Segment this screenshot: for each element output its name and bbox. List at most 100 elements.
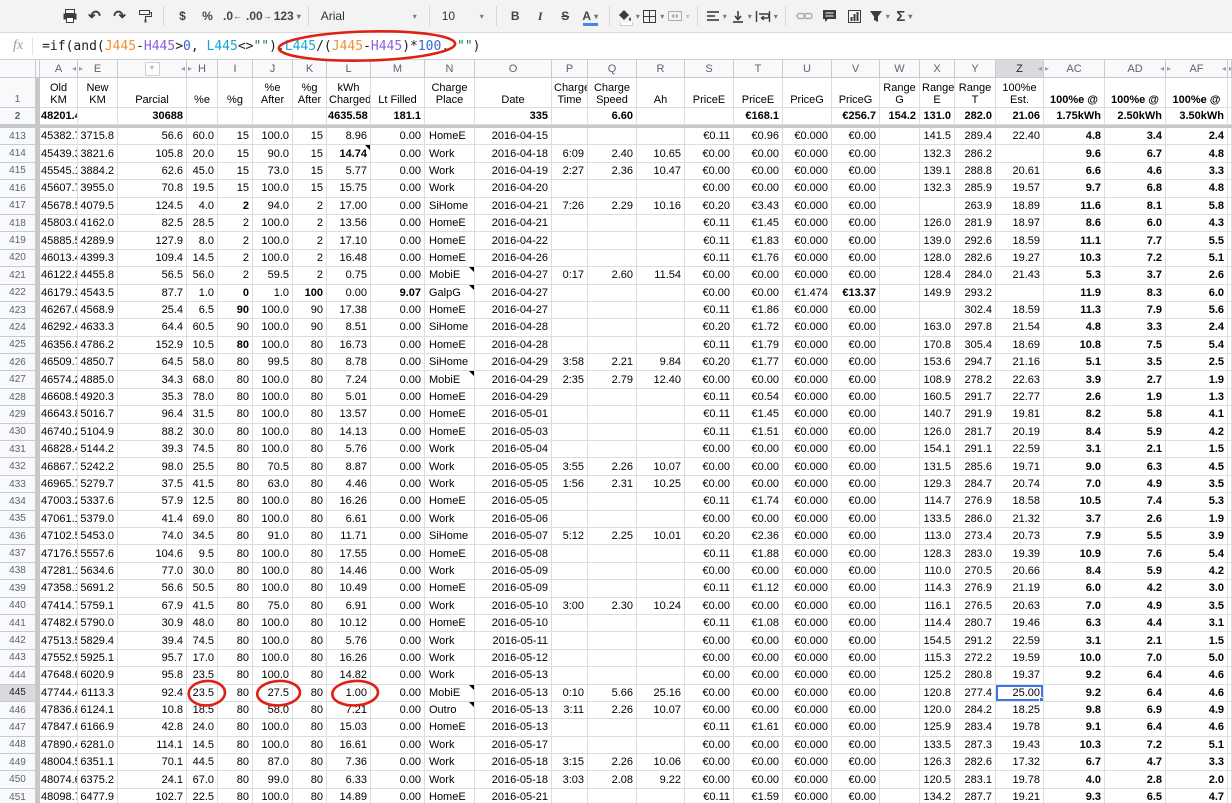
cell[interactable]: 4.4: [1105, 615, 1166, 632]
cell[interactable]: 2016-04-19: [475, 163, 552, 180]
row-number[interactable]: 440: [0, 598, 36, 615]
cell[interactable]: 11.9: [1044, 285, 1105, 302]
cell[interactable]: 7.2: [1105, 737, 1166, 754]
cell[interactable]: 2016-05-10: [475, 615, 552, 632]
cell[interactable]: 0.75: [327, 267, 371, 284]
cell[interactable]: [880, 511, 920, 528]
cell[interactable]: [588, 180, 637, 197]
cell[interactable]: 0.00: [371, 563, 425, 580]
cell[interactable]: HomeE: [425, 389, 475, 406]
cell[interactable]: 48004.5: [40, 754, 78, 771]
cell[interactable]: 100.0: [253, 667, 293, 684]
cell[interactable]: HomeE: [425, 580, 475, 597]
cell[interactable]: 47648.6: [40, 667, 78, 684]
cell[interactable]: [552, 337, 588, 354]
cell[interactable]: 5104.9: [78, 424, 118, 441]
cell[interactable]: 128.0: [920, 250, 955, 267]
cell[interactable]: 80: [293, 476, 327, 493]
cell[interactable]: €0.00: [832, 528, 880, 545]
cell[interactable]: 2016-05-05: [475, 476, 552, 493]
cell[interactable]: 2016-04-29: [475, 389, 552, 406]
row-number[interactable]: 436: [0, 528, 36, 545]
cell[interactable]: 0.00: [371, 458, 425, 475]
cell[interactable]: [1228, 108, 1232, 125]
cell[interactable]: €0.20: [685, 354, 734, 371]
column-header-N[interactable]: N: [425, 60, 475, 78]
cell[interactable]: 2.79: [588, 371, 637, 388]
cell[interactable]: 20.74: [996, 476, 1044, 493]
column-header-Q[interactable]: Q: [588, 60, 637, 78]
cell[interactable]: 1.9: [1105, 389, 1166, 406]
cell[interactable]: 19.57: [996, 180, 1044, 197]
cell[interactable]: 45439.3: [40, 145, 78, 162]
cell[interactable]: 2016-04-29: [475, 371, 552, 388]
cell[interactable]: [1228, 563, 1232, 580]
cell[interactable]: €1.79: [734, 337, 783, 354]
cell[interactable]: 64.4: [118, 319, 187, 336]
cell[interactable]: 24.0: [187, 719, 218, 736]
total-U[interactable]: [783, 108, 832, 125]
cell[interactable]: 7.9: [1105, 302, 1166, 319]
cell[interactable]: €0.000: [783, 163, 832, 180]
row-number[interactable]: 446: [0, 702, 36, 719]
cell[interactable]: 11.1: [1044, 232, 1105, 249]
cell[interactable]: [1228, 215, 1232, 232]
cell[interactable]: 70.1: [118, 754, 187, 771]
cell[interactable]: 139.1: [920, 163, 955, 180]
cell[interactable]: €0.11: [685, 215, 734, 232]
cell[interactable]: 100.0: [253, 493, 293, 510]
cell[interactable]: [637, 737, 685, 754]
cell[interactable]: 80: [218, 650, 253, 667]
cell[interactable]: €0.00: [734, 145, 783, 162]
cell[interactable]: 10.5: [187, 337, 218, 354]
cell[interactable]: 3:11: [552, 702, 588, 719]
cell[interactable]: 17.00: [327, 198, 371, 215]
cell[interactable]: HomeE: [425, 337, 475, 354]
undo-icon[interactable]: ↶: [83, 4, 106, 28]
cell[interactable]: 3:58: [552, 354, 588, 371]
cell[interactable]: 18.25: [996, 702, 1044, 719]
cell[interactable]: 0.00: [371, 493, 425, 510]
cell[interactable]: 45382.7: [40, 128, 78, 145]
cell[interactable]: [880, 719, 920, 736]
field-name-Y[interactable]: Range T: [955, 78, 996, 108]
cell[interactable]: Work: [425, 476, 475, 493]
row-number[interactable]: 437: [0, 545, 36, 562]
cell[interactable]: 16.26: [327, 493, 371, 510]
cell[interactable]: [996, 285, 1044, 302]
cell[interactable]: €1.86: [734, 302, 783, 319]
cell[interactable]: €0.000: [783, 180, 832, 197]
cell[interactable]: 59.5: [253, 267, 293, 284]
cell[interactable]: €0.20: [685, 198, 734, 215]
cell[interactable]: 100.0: [253, 580, 293, 597]
cell[interactable]: SiHome: [425, 354, 475, 371]
cell[interactable]: 5.1: [1044, 354, 1105, 371]
font-size-select[interactable]: 10▾: [436, 5, 490, 27]
cell[interactable]: €0.000: [783, 719, 832, 736]
column-header-O[interactable]: O: [475, 60, 552, 78]
cell[interactable]: 9.07: [371, 285, 425, 302]
cell[interactable]: 131.5: [920, 458, 955, 475]
cell[interactable]: €0.00: [832, 702, 880, 719]
cell[interactable]: 80: [218, 545, 253, 562]
field-name-R[interactable]: Ah: [637, 78, 685, 108]
row-number[interactable]: 447: [0, 719, 36, 736]
cell[interactable]: 16.26: [327, 650, 371, 667]
cell[interactable]: 7.9: [1044, 528, 1105, 545]
cell[interactable]: [588, 302, 637, 319]
cell[interactable]: 100.0: [253, 545, 293, 562]
cell[interactable]: 288.8: [955, 163, 996, 180]
field-name-P[interactable]: Charge Time: [552, 78, 588, 108]
cell[interactable]: 14.46: [327, 563, 371, 580]
cell[interactable]: 0.00: [371, 771, 425, 788]
cell[interactable]: 46608.5: [40, 389, 78, 406]
cell[interactable]: Work: [425, 145, 475, 162]
cell[interactable]: [1228, 371, 1232, 388]
cell[interactable]: 5.77: [327, 163, 371, 180]
cell[interactable]: 5.5: [1166, 232, 1228, 249]
cell[interactable]: 80: [218, 719, 253, 736]
cell[interactable]: 2: [293, 232, 327, 249]
cell[interactable]: €0.00: [832, 632, 880, 649]
field-name-E[interactable]: New KM: [78, 78, 118, 108]
cell[interactable]: 45678.5: [40, 198, 78, 215]
